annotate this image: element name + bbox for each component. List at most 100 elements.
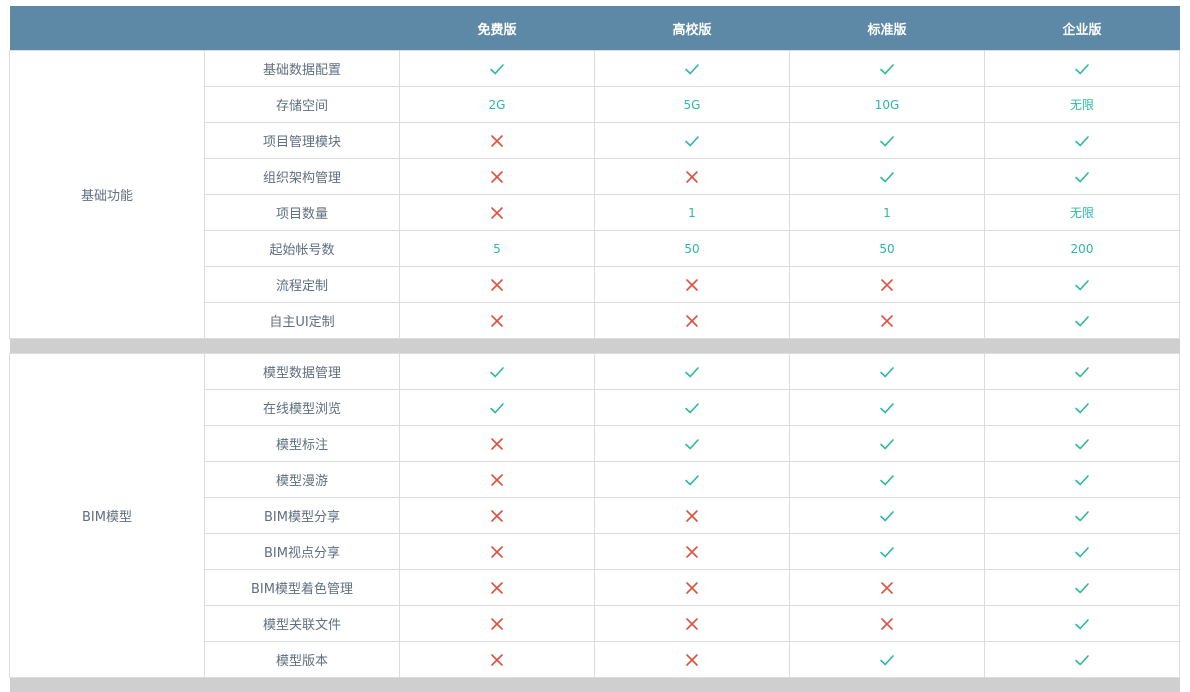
check-icon xyxy=(1074,277,1090,293)
cell-university xyxy=(595,354,790,390)
cell-free xyxy=(400,159,595,195)
value-university: 5G xyxy=(595,87,790,123)
header-plan-free: 免费版 xyxy=(400,6,595,51)
cell-free xyxy=(400,534,595,570)
cross-icon xyxy=(684,277,700,293)
header-plan-enterprise: 企业版 xyxy=(985,6,1180,51)
cell-standard xyxy=(790,426,985,462)
cell-university xyxy=(595,426,790,462)
check-icon xyxy=(879,400,895,416)
cell-university xyxy=(595,303,790,339)
check-icon xyxy=(489,364,505,380)
value-enterprise: 200 xyxy=(985,231,1180,267)
check-icon xyxy=(1074,169,1090,185)
cross-icon xyxy=(489,205,505,221)
cell-standard xyxy=(790,606,985,642)
cell-standard xyxy=(790,159,985,195)
table-header-row: 免费版 高校版 标准版 企业版 xyxy=(10,6,1180,51)
cell-free xyxy=(400,267,595,303)
cross-icon xyxy=(489,544,505,560)
check-icon xyxy=(1074,580,1090,596)
check-icon xyxy=(879,169,895,185)
value-enterprise: 无限 xyxy=(985,87,1180,123)
feature-name-cell: BIM模型分享 xyxy=(205,498,400,534)
check-icon xyxy=(489,61,505,77)
cell-free xyxy=(400,570,595,606)
value-standard: 50 xyxy=(790,231,985,267)
feature-name-cell: 基础数据配置 xyxy=(205,51,400,87)
cross-icon xyxy=(684,652,700,668)
check-icon xyxy=(684,61,700,77)
cell-standard xyxy=(790,534,985,570)
section-separator xyxy=(10,339,1180,354)
cell-university xyxy=(595,498,790,534)
cross-icon xyxy=(489,169,505,185)
separator-bar xyxy=(10,678,1180,692)
value-university: 50 xyxy=(595,231,790,267)
pricing-comparison: 免费版 高校版 标准版 企业版 基础功能基础数据配置存储空间2G5G10G无限项… xyxy=(9,6,1179,692)
check-icon xyxy=(1074,436,1090,452)
value-standard: 10G xyxy=(790,87,985,123)
cell-enterprise xyxy=(985,354,1180,390)
cell-free xyxy=(400,390,595,426)
cell-free xyxy=(400,51,595,87)
cell-standard xyxy=(790,390,985,426)
value-standard: 1 xyxy=(790,195,985,231)
cell-free xyxy=(400,498,595,534)
cell-enterprise xyxy=(985,642,1180,678)
check-icon xyxy=(684,472,700,488)
cell-enterprise xyxy=(985,267,1180,303)
cell-university xyxy=(595,390,790,426)
cell-enterprise xyxy=(985,303,1180,339)
cross-icon xyxy=(879,616,895,632)
header-plan-university: 高校版 xyxy=(595,6,790,51)
cell-university xyxy=(595,606,790,642)
check-icon xyxy=(684,436,700,452)
check-icon xyxy=(879,544,895,560)
feature-name-cell: 起始帐号数 xyxy=(205,231,400,267)
cell-enterprise xyxy=(985,534,1180,570)
cross-icon xyxy=(684,508,700,524)
feature-name-cell: 模型关联文件 xyxy=(205,606,400,642)
cell-university xyxy=(595,642,790,678)
cross-icon xyxy=(879,580,895,596)
cross-icon xyxy=(684,544,700,560)
feature-name-cell: 模型标注 xyxy=(205,426,400,462)
cross-icon xyxy=(489,472,505,488)
table-row: BIM模型模型数据管理 xyxy=(10,354,1180,390)
feature-name-cell: 模型版本 xyxy=(205,642,400,678)
check-icon xyxy=(879,133,895,149)
check-icon xyxy=(1074,508,1090,524)
value-free: 5 xyxy=(400,231,595,267)
check-icon xyxy=(684,133,700,149)
check-icon xyxy=(1074,400,1090,416)
cross-icon xyxy=(684,313,700,329)
cell-standard xyxy=(790,354,985,390)
cross-icon xyxy=(879,277,895,293)
check-icon xyxy=(879,652,895,668)
cross-icon xyxy=(684,616,700,632)
cross-icon xyxy=(879,313,895,329)
cell-enterprise xyxy=(985,123,1180,159)
feature-name-cell: 流程定制 xyxy=(205,267,400,303)
cell-university xyxy=(595,570,790,606)
cell-standard xyxy=(790,267,985,303)
cell-standard xyxy=(790,462,985,498)
cell-free xyxy=(400,606,595,642)
cross-icon xyxy=(489,277,505,293)
cell-standard xyxy=(790,642,985,678)
cell-enterprise xyxy=(985,570,1180,606)
header-plan-standard: 标准版 xyxy=(790,6,985,51)
cell-free xyxy=(400,642,595,678)
check-icon xyxy=(1074,133,1090,149)
feature-name-cell: 在线模型浏览 xyxy=(205,390,400,426)
check-icon xyxy=(879,364,895,380)
check-icon xyxy=(1074,61,1090,77)
category-cell: 基础功能 xyxy=(10,51,205,339)
cell-enterprise xyxy=(985,606,1180,642)
cell-free xyxy=(400,303,595,339)
table-body: 基础功能基础数据配置存储空间2G5G10G无限项目管理模块组织架构管理项目数量1… xyxy=(10,51,1180,692)
cross-icon xyxy=(489,313,505,329)
cross-icon xyxy=(489,436,505,452)
table-row: 基础功能基础数据配置 xyxy=(10,51,1180,87)
